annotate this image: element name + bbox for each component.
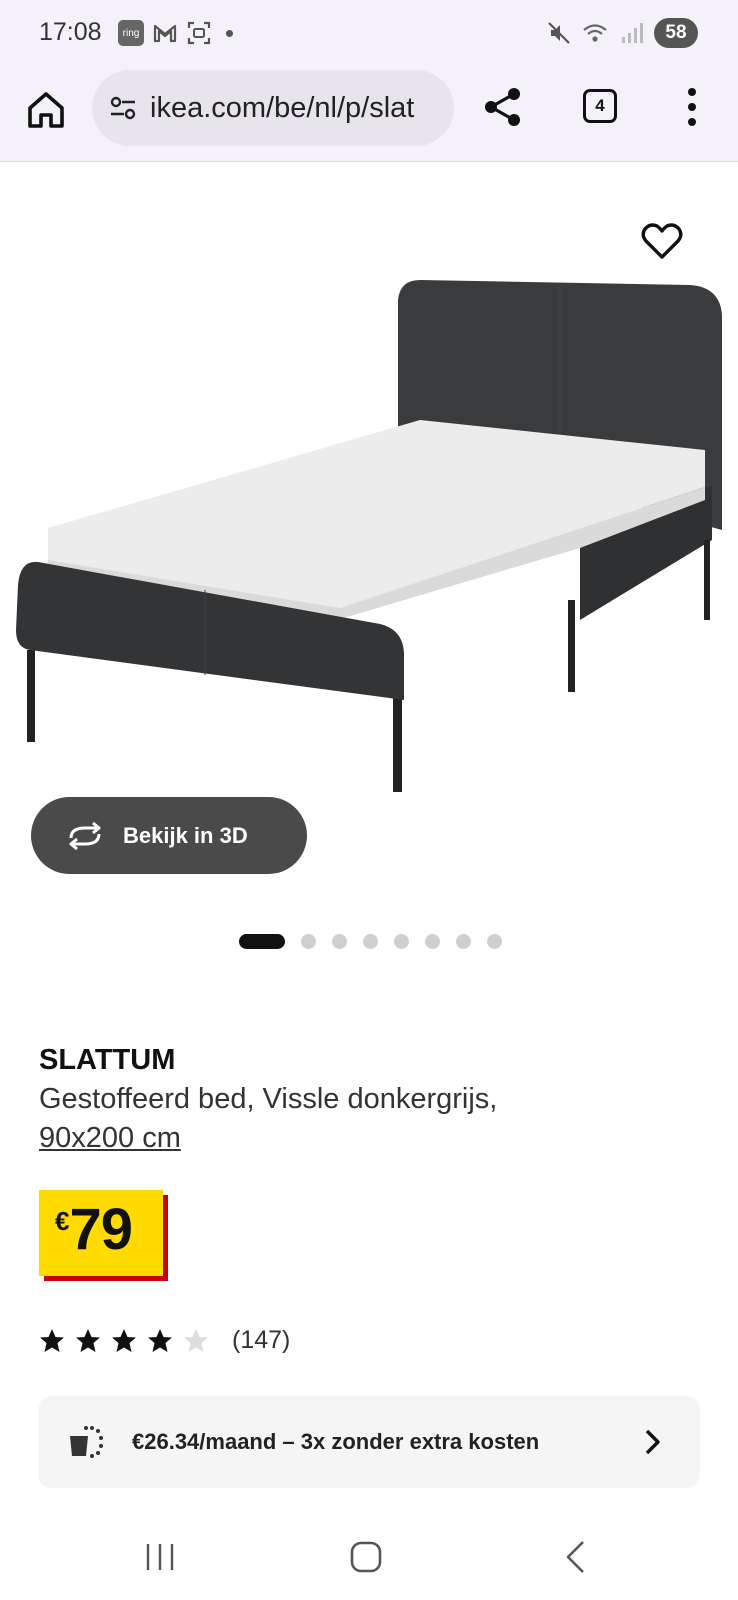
price-tag: € 79 (39, 1190, 168, 1281)
star-filled-icon (76, 1328, 100, 1352)
back-icon[interactable] (562, 1538, 588, 1576)
home-icon[interactable] (24, 88, 68, 132)
chevron-right-icon (645, 1429, 660, 1455)
rotate-3d-icon (69, 821, 101, 850)
gmail-icon (153, 24, 177, 43)
price-value: 79 (69, 1197, 133, 1262)
installment-text: €26.34/maand – 3x zonder extra kosten (132, 1429, 540, 1454)
price-currency: € (55, 1206, 70, 1236)
system-navigation-bar (0, 1510, 738, 1600)
status-notification-icons: ring (118, 20, 233, 46)
address-bar[interactable]: ikea.com/be/nl/p/slat (92, 70, 454, 146)
site-settings-icon[interactable] (108, 93, 138, 123)
price-box: € 79 (39, 1190, 163, 1276)
product-size-link[interactable]: 90x200 cm (39, 1122, 181, 1155)
carousel-dot[interactable] (332, 934, 347, 949)
status-bar: 17:08 ring 58 (0, 0, 738, 70)
carousel-dot[interactable] (301, 934, 316, 949)
recent-apps-icon[interactable] (143, 1540, 177, 1574)
carousel-dot[interactable] (487, 934, 502, 949)
carousel-dot[interactable] (425, 934, 440, 949)
notification-dot (226, 29, 233, 37)
status-time: 17:08 (39, 18, 102, 46)
screenshot-icon (187, 21, 211, 45)
star-filled-icon (112, 1328, 136, 1352)
share-icon[interactable] (482, 86, 524, 128)
carousel-dot-active[interactable] (239, 934, 285, 949)
review-count[interactable]: (147) (232, 1326, 290, 1355)
heart-icon[interactable] (640, 220, 684, 264)
battery-indicator: 58 (654, 18, 698, 48)
wifi-icon (583, 24, 607, 42)
tabs-icon[interactable]: 4 (583, 89, 617, 123)
view-in-3d-button[interactable]: Bekijk in 3D (31, 797, 307, 874)
more-menu-icon[interactable] (680, 84, 704, 130)
status-system-icons: 58 (546, 18, 698, 48)
ring-app-icon: ring (118, 20, 144, 46)
product-rating[interactable]: (147) (38, 1326, 290, 1355)
product-image[interactable] (0, 162, 738, 902)
view-in-3d-label: Bekijk in 3D (123, 822, 248, 848)
product-description: Gestoffeerd bed, Vissle donkergrijs, (39, 1083, 498, 1115)
carousel-dot[interactable] (394, 934, 409, 949)
mute-icon (548, 22, 570, 44)
carousel-indicator (239, 934, 502, 949)
star-empty-icon (184, 1328, 208, 1352)
installment-wallet-icon (70, 1426, 103, 1458)
installment-offer[interactable]: €26.34/maand – 3x zonder extra kosten (38, 1396, 700, 1488)
home-button-icon[interactable] (349, 1540, 383, 1574)
star-filled-icon (40, 1328, 64, 1352)
carousel-dot[interactable] (363, 934, 378, 949)
carousel-dot[interactable] (456, 934, 471, 949)
browser-toolbar: ikea.com/be/nl/p/slat 4 (0, 70, 738, 162)
star-filled-icon (148, 1328, 172, 1352)
signal-icon (622, 23, 643, 43)
url-text[interactable]: ikea.com/be/nl/p/slat (150, 92, 414, 125)
product-name: SLATTUM (39, 1044, 176, 1076)
